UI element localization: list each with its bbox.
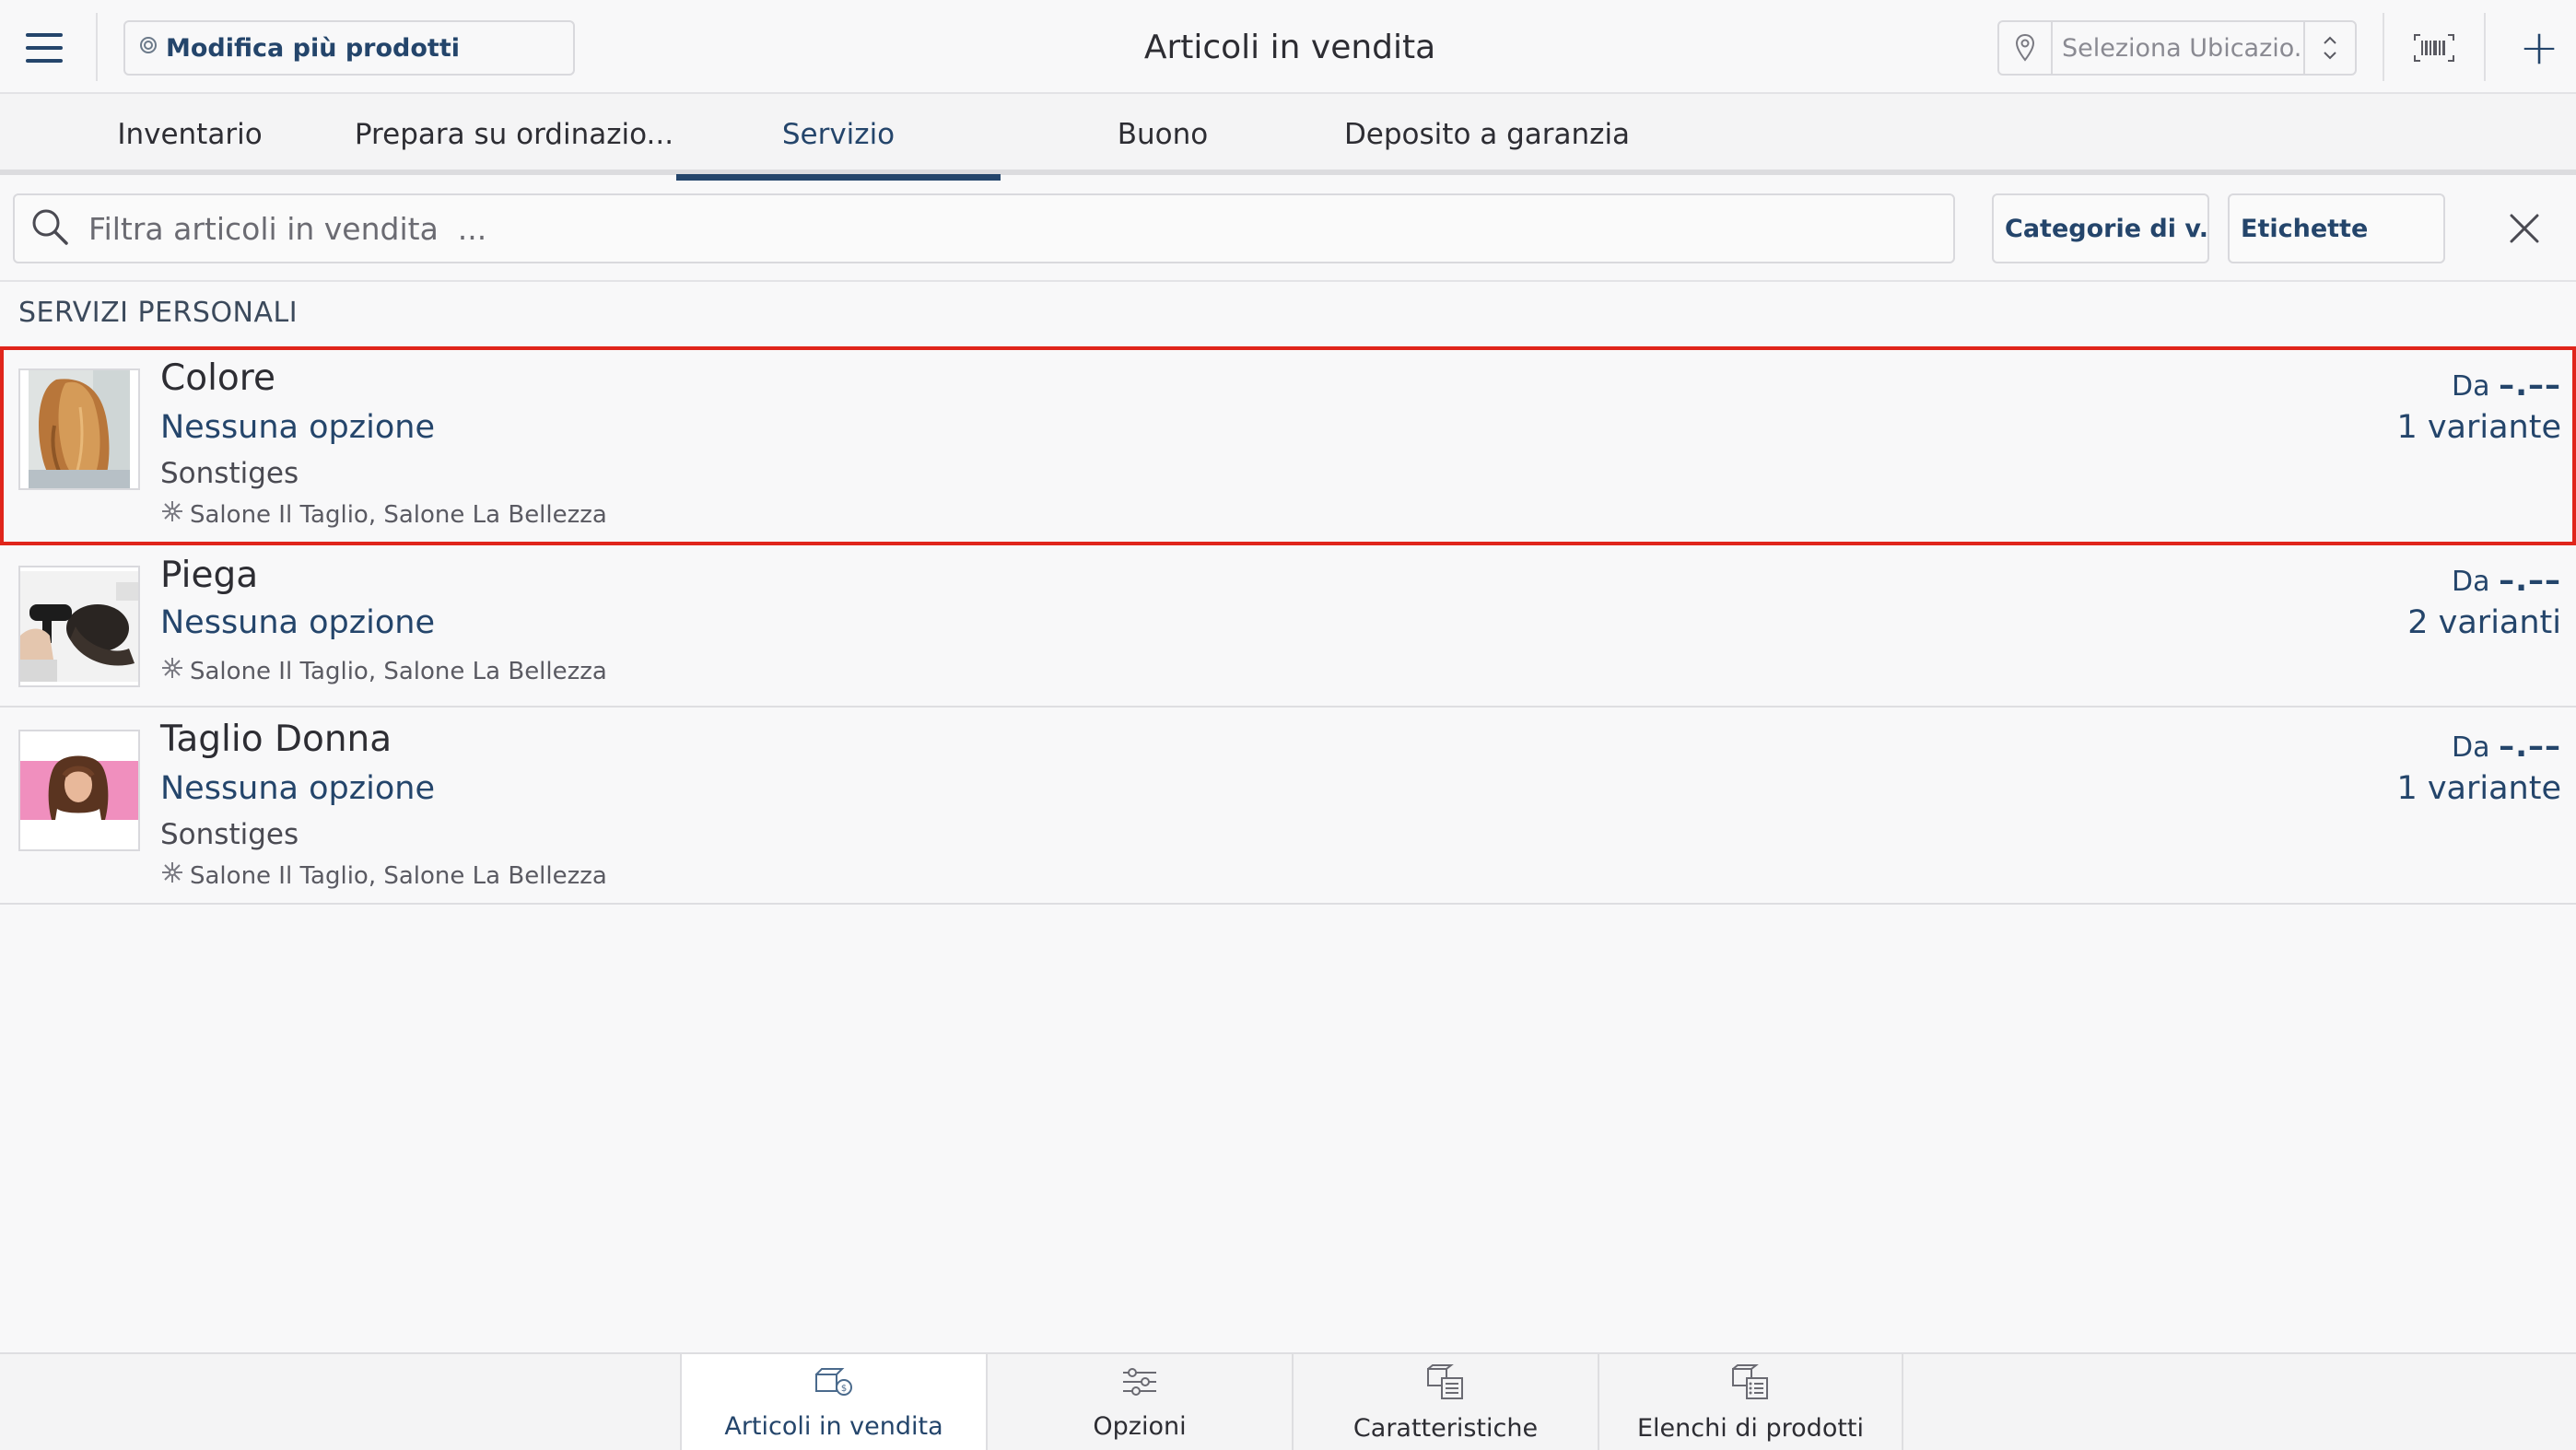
item-option: Nessuna opzione bbox=[160, 604, 435, 641]
item-name: Taglio Donna bbox=[160, 719, 392, 760]
location-placeholder: Seleziona Ubicazio.... bbox=[2062, 33, 2303, 63]
item-variants: 1 variante bbox=[2396, 770, 2561, 807]
up-down-chevron-icon bbox=[2303, 22, 2355, 74]
page-title: Articoli in vendita bbox=[1143, 28, 1436, 66]
nav-label: Articoli in vendita bbox=[724, 1412, 943, 1441]
nav-opzioni[interactable]: Opzioni bbox=[986, 1354, 1292, 1450]
bottom-navigation: $ Articoli in vendita Opzioni Caratteris… bbox=[0, 1352, 2576, 1450]
nav-caratteristiche[interactable]: Caratteristiche bbox=[1292, 1354, 1598, 1450]
nav-label: Caratteristiche bbox=[1352, 1414, 1539, 1443]
item-vendor: Sonstiges bbox=[160, 818, 299, 851]
list-item-colore[interactable]: Colore Nessuna opzione Sonstiges Salone … bbox=[0, 346, 2576, 545]
service-list: Colore Nessuna opzione Sonstiges Salone … bbox=[0, 346, 2576, 905]
tab-bar: Inventario Prepara su ordinazio... Servi… bbox=[0, 94, 2576, 181]
item-price: Da –.–– bbox=[2452, 367, 2561, 403]
snowflake-icon bbox=[160, 656, 184, 686]
item-option: Nessuna opzione bbox=[160, 409, 435, 446]
tab-buono[interactable]: Buono bbox=[1001, 94, 1325, 175]
nav-elenchi-di-prodotti[interactable]: Elenchi di prodotti bbox=[1598, 1354, 1903, 1450]
product-thumbnail bbox=[18, 368, 140, 490]
svg-text:$: $ bbox=[841, 1384, 847, 1394]
item-locations-text: Salone Il Taglio, Salone La Bellezza bbox=[190, 657, 607, 685]
item-name: Piega bbox=[160, 555, 259, 596]
tab-deposito-a-garanzia[interactable]: Deposito a garanzia bbox=[1325, 94, 1649, 175]
divider bbox=[2383, 13, 2384, 81]
nav-label: Opzioni bbox=[1093, 1412, 1187, 1441]
price-value: –.–– bbox=[2499, 728, 2561, 765]
divider bbox=[2484, 13, 2486, 81]
barcode-scan-icon[interactable] bbox=[2410, 29, 2458, 66]
top-bar: Modifica più prodotti Articoli in vendit… bbox=[0, 0, 2576, 94]
section-header: SERVIZI PERSONALI bbox=[18, 297, 299, 329]
item-name: Colore bbox=[160, 357, 275, 399]
nav-label: Elenchi di prodotti bbox=[1636, 1414, 1865, 1443]
plus-icon: + bbox=[2519, 20, 2559, 76]
item-locations: Salone Il Taglio, Salone La Bellezza bbox=[160, 656, 607, 686]
sliders-icon bbox=[1119, 1365, 1160, 1405]
location-select[interactable]: Seleziona Ubicazio.... bbox=[1997, 20, 2357, 76]
hamburger-menu-icon[interactable] bbox=[18, 22, 70, 74]
coins-icon bbox=[138, 35, 158, 61]
item-locations: Salone Il Taglio, Salone La Bellezza bbox=[160, 860, 607, 891]
box-list-icon bbox=[1730, 1363, 1771, 1407]
tags-filter-button[interactable]: Etichette bbox=[2228, 193, 2445, 263]
search-input[interactable] bbox=[88, 210, 1839, 247]
item-option: Nessuna opzione bbox=[160, 770, 435, 807]
close-icon[interactable] bbox=[2499, 203, 2550, 254]
boxes-icon: $ bbox=[814, 1365, 854, 1405]
item-price: Da –.–– bbox=[2452, 728, 2561, 765]
item-vendor: Sonstiges bbox=[160, 457, 299, 490]
product-thumbnail bbox=[18, 730, 140, 851]
tab-servizio[interactable]: Servizio bbox=[676, 94, 1001, 181]
product-thumbnail bbox=[18, 566, 140, 687]
category-filter-button[interactable]: Categorie di v... bbox=[1992, 193, 2209, 263]
filter-row: Categorie di v... Etichette bbox=[0, 181, 2576, 282]
nav-articoli-in-vendita[interactable]: $ Articoli in vendita bbox=[680, 1354, 986, 1450]
snowflake-icon bbox=[160, 860, 184, 891]
divider bbox=[96, 13, 98, 81]
item-locations-text: Salone Il Taglio, Salone La Bellezza bbox=[190, 861, 607, 890]
item-price: Da –.–– bbox=[2452, 562, 2561, 599]
location-pin-icon bbox=[1999, 22, 2053, 74]
item-locations-text: Salone Il Taglio, Salone La Bellezza bbox=[190, 500, 607, 529]
multi-edit-label: Modifica più prodotti bbox=[166, 33, 460, 63]
item-variants: 2 varianti bbox=[2407, 604, 2561, 641]
price-prefix: Da bbox=[2452, 731, 2490, 764]
tab-inventario[interactable]: Inventario bbox=[28, 94, 352, 175]
search-icon bbox=[29, 206, 70, 251]
price-value: –.–– bbox=[2499, 562, 2561, 599]
price-prefix: Da bbox=[2452, 370, 2490, 403]
add-button[interactable]: + bbox=[2513, 20, 2565, 76]
multi-edit-button[interactable]: Modifica più prodotti bbox=[123, 20, 575, 76]
snowflake-icon bbox=[160, 499, 184, 530]
search-box[interactable] bbox=[13, 193, 1955, 263]
item-locations: Salone Il Taglio, Salone La Bellezza bbox=[160, 499, 607, 530]
box-list-icon bbox=[1425, 1363, 1466, 1407]
list-item-taglio-donna[interactable]: Taglio Donna Nessuna opzione Sonstiges S… bbox=[0, 707, 2576, 905]
price-value: –.–– bbox=[2499, 367, 2561, 403]
list-item-piega[interactable]: Piega Nessuna opzione Salone Il Taglio, … bbox=[0, 545, 2576, 707]
item-variants: 1 variante bbox=[2396, 409, 2561, 446]
price-prefix: Da bbox=[2452, 566, 2490, 598]
tab-prepara-su-ordinazione[interactable]: Prepara su ordinazio... bbox=[352, 94, 676, 175]
